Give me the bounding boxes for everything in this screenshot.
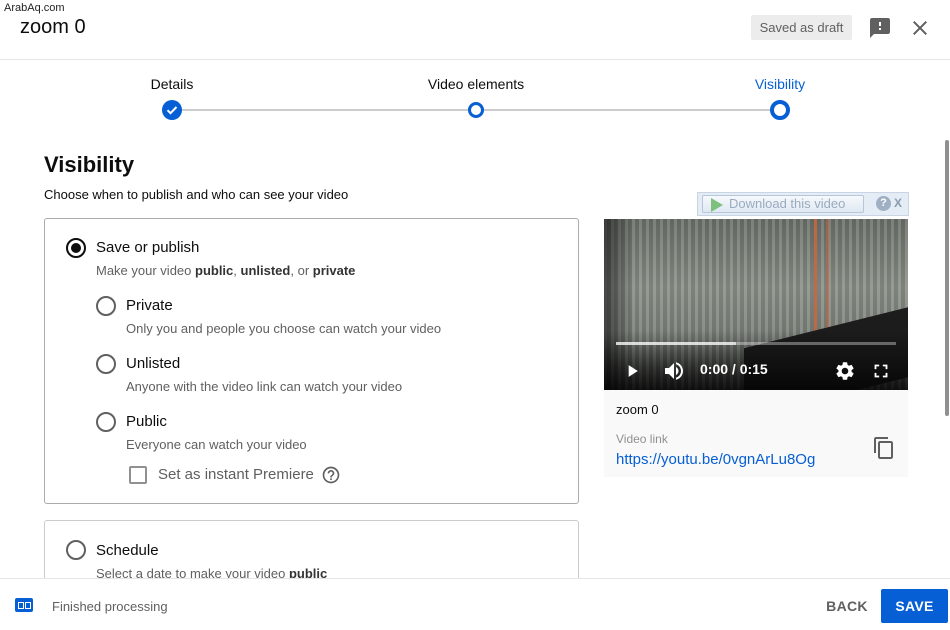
private-label: Private	[126, 297, 173, 314]
instant-premiere-checkbox[interactable]	[129, 466, 147, 484]
schedule-radio[interactable]	[66, 540, 86, 560]
step-video-elements-label[interactable]: Video elements	[428, 76, 524, 92]
saved-status-badge: Saved as draft	[751, 15, 852, 40]
download-close-icon[interactable]: X	[894, 196, 902, 210]
step-details-check-icon[interactable]	[162, 100, 182, 120]
public-radio[interactable]	[96, 412, 116, 432]
save-or-publish-card: Save or publish Make your video public, …	[44, 218, 579, 504]
help-icon[interactable]	[321, 465, 341, 485]
feedback-icon[interactable]	[868, 16, 892, 40]
step-details-label[interactable]: Details	[151, 76, 194, 92]
scrollbar-thumb[interactable]	[945, 140, 949, 416]
copy-icon[interactable]	[872, 436, 896, 460]
unlisted-desc: Anyone with the video link can watch you…	[126, 379, 403, 394]
preview-video-name: zoom 0	[616, 402, 659, 417]
download-video-bar: Download this video ? X	[697, 192, 909, 216]
private-radio[interactable]	[96, 296, 116, 316]
video-progress-bar[interactable]	[616, 342, 896, 345]
download-play-icon	[711, 198, 723, 212]
save-or-publish-radio[interactable]	[66, 238, 86, 258]
fullscreen-icon[interactable]	[870, 360, 892, 382]
settings-gear-icon[interactable]	[834, 360, 856, 382]
hd-processing-icon	[15, 598, 33, 612]
download-help-icon[interactable]: ?	[876, 196, 891, 211]
video-time: 0:00 / 0:15	[700, 361, 768, 377]
save-button[interactable]: SAVE	[881, 589, 948, 623]
video-progress-played	[616, 342, 737, 345]
step-visibility-label[interactable]: Visibility	[755, 76, 805, 92]
private-desc: Only you and people you choose can watch…	[126, 321, 442, 336]
video-controls-bg	[604, 330, 908, 390]
play-icon[interactable]	[622, 361, 642, 381]
video-preview-card: 0:00 / 0:15 zoom 0 Video link https://yo…	[604, 219, 908, 477]
public-desc: Everyone can watch your video	[126, 437, 307, 452]
progress-stepper: Details Video elements Visibility	[0, 60, 950, 130]
video-title: zoom 0	[20, 16, 86, 38]
public-label: Public	[126, 413, 167, 430]
close-icon[interactable]	[908, 16, 932, 40]
save-or-publish-label: Save or publish	[96, 239, 200, 256]
video-link[interactable]: https://youtu.be/0vgnArLu8Og	[616, 451, 815, 468]
section-subtitle: Choose when to publish and who can see y…	[44, 187, 349, 202]
download-video-button[interactable]: Download this video	[702, 195, 864, 213]
download-video-label: Download this video	[729, 196, 846, 211]
save-or-publish-desc: Make your video public, unlisted, or pri…	[96, 263, 356, 278]
dialog-header: zoom 0 Saved as draft	[0, 0, 950, 60]
dialog-footer: Finished processing BACK SAVE	[0, 578, 950, 630]
unlisted-label: Unlisted	[126, 355, 181, 372]
section-title: Visibility	[44, 152, 135, 177]
unlisted-radio[interactable]	[96, 354, 116, 374]
step-video-elements-dot[interactable]	[468, 102, 484, 118]
schedule-label: Schedule	[96, 542, 159, 559]
back-button[interactable]: BACK	[817, 589, 877, 623]
instant-premiere-label: Set as instant Premiere	[158, 466, 314, 483]
processing-status: Finished processing	[52, 599, 168, 614]
video-player[interactable]: 0:00 / 0:15	[604, 219, 908, 390]
step-visibility-dot[interactable]	[770, 100, 790, 120]
volume-icon[interactable]	[662, 359, 686, 383]
video-link-label: Video link	[616, 432, 668, 446]
